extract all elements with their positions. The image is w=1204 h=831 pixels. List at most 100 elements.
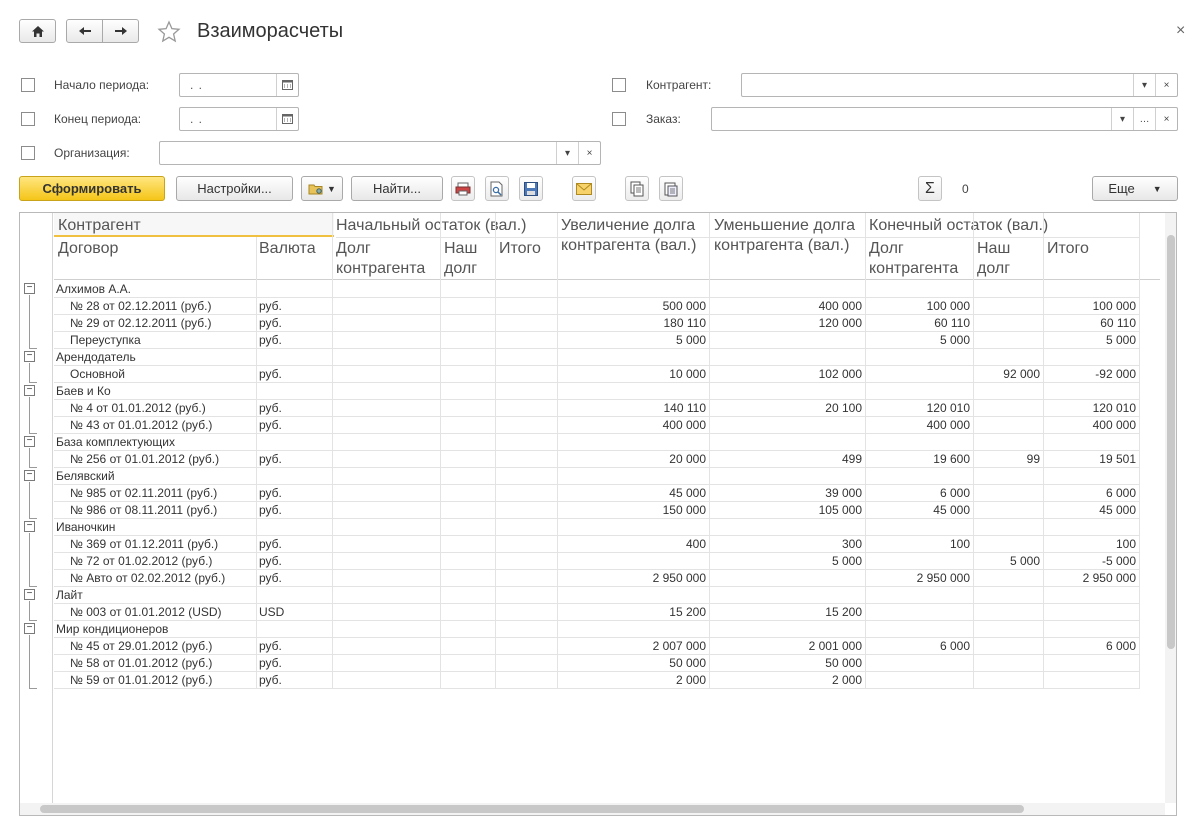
collapse-icon[interactable]: − [24,283,35,294]
group-row[interactable]: − Лайт [20,587,1140,604]
organization-checkbox[interactable] [21,146,35,160]
cell-dec: 39 000 [825,486,862,500]
table-row[interactable]: № 985 от 02.11.2011 (руб.) руб. 45 000 39 0… [20,485,1140,502]
horizontal-scroll-thumb[interactable] [40,805,1024,813]
cell-dec: 2 001 000 [808,639,862,653]
counterparty-field[interactable]: ▾ × [741,73,1178,97]
collapse-icon[interactable]: − [24,436,35,447]
collapse-icon[interactable]: − [24,521,35,532]
header-opening: Начальный остаток (вал.) [336,217,527,234]
find-button[interactable]: Найти... [351,176,443,201]
send-email-button[interactable] [572,176,596,201]
preview-button[interactable] [485,176,509,201]
back-button[interactable] [66,19,103,43]
forward-button[interactable] [102,19,139,43]
table-row[interactable]: Переуступка руб. 5 000 5 000 5 000 [20,332,1140,349]
collapse-icon[interactable]: − [24,623,35,634]
cell-dec: 2 000 [831,673,862,687]
period-end-label: Конец периода: [54,112,142,126]
period-start-field[interactable]: . . [179,73,299,97]
cell-cdebt: 2 950 000 [916,571,970,585]
cell-ctotal: 400 000 [1092,418,1136,432]
vertical-scrollbar[interactable] [1165,213,1176,803]
chevron-down-icon[interactable]: ▾ [556,142,578,164]
organization-field[interactable]: ▾ × [159,141,601,165]
copy-icon [630,181,644,196]
cell-inc: 15 200 [669,605,706,619]
table-row[interactable]: № Авто от 02.02.2012 (руб.) руб. 2 950 000… [20,570,1140,587]
arrow-left-icon [78,27,91,35]
group-row[interactable]: − Мир кондиционеров [20,621,1140,638]
table-row[interactable]: № 369 от 01.12.2011 (руб.) руб. 400 300 100 1… [20,536,1140,553]
chevron-down-icon[interactable]: ▾ [1111,108,1133,130]
report-spreadsheet[interactable]: Контрагент Начальный остаток (вал.) Увел… [19,212,1177,816]
favorite-star-icon[interactable] [157,20,181,47]
group-row[interactable]: − Алхимов А.А. [20,281,1140,298]
generate-button[interactable]: Сформировать [19,176,165,201]
table-row[interactable]: № 45 от 29.01.2012 (руб.) руб. 2 007 000 2 … [20,638,1140,655]
clear-icon[interactable]: × [1155,74,1177,96]
more-button[interactable]: Еще ▼ [1092,176,1178,201]
table-row[interactable]: № 28 от 02.12.2011 (руб.) руб. 500 000 400 … [20,298,1140,315]
header-increase: Увеличение долга контрагента (вал.) [561,217,697,254]
table-row[interactable]: № 986 от 08.11.2011 (руб.) руб. 150 000 105… [20,502,1140,519]
table-row[interactable]: № 58 от 01.01.2012 (руб.) руб. 50 000 50 00… [20,655,1140,672]
collapse-icon[interactable]: − [24,351,35,362]
horizontal-scrollbar[interactable] [20,803,1165,815]
group-row[interactable]: − Иваночкин [20,519,1140,536]
period-start-checkbox[interactable] [21,78,35,92]
collapse-icon[interactable]: − [24,470,35,481]
tree-bracket [29,295,37,349]
calendar-icon[interactable] [276,74,298,96]
table-row[interactable]: Основной руб. 10 000 102 000 92 000 -92 000 [20,366,1140,383]
clear-icon[interactable]: × [578,142,600,164]
table-row[interactable]: № 4 от 01.01.2012 (руб.) руб. 140 110 20 10… [20,400,1140,417]
cell-contract: № 256 от 01.01.2012 (руб.) [70,452,220,466]
sum-button[interactable]: Σ [918,176,942,201]
paste-button[interactable] [659,176,683,201]
header-decrease: Уменьшение долга контрагента (вал.) [714,217,855,254]
variants-button[interactable]: ▼ [301,176,343,201]
cell-contract: Переуступка [70,333,141,347]
home-button[interactable] [19,19,56,43]
save-button[interactable] [519,176,543,201]
header-opening-our-debt: Наш долг [444,240,478,277]
chevron-down-icon: ▼ [327,183,336,194]
cell-ctotal: 100 [1115,537,1136,551]
group-row[interactable]: − Арендодатель [20,349,1140,366]
period-start-label: Начало периода: [54,78,150,92]
table-row[interactable]: № 256 от 01.01.2012 (руб.) руб. 20 000 499 1… [20,451,1140,468]
period-end-field[interactable]: . . [179,107,299,131]
cell-dec: 20 100 [825,401,862,415]
table-row[interactable]: № 003 от 01.01.2012 (USD) USD 15 200 15 200 [20,604,1140,621]
collapse-icon[interactable]: − [24,385,35,396]
chevron-down-icon[interactable]: ▾ [1133,74,1155,96]
header-closing-our-debt: Наш долг [977,240,1011,277]
table-row[interactable]: № 72 от 01.02.2012 (руб.) руб. 5 000 5 000 -… [20,553,1140,570]
counterparty-checkbox[interactable] [612,78,626,92]
more-label: Еще [1108,181,1135,196]
settings-button[interactable]: Настройки... [176,176,293,201]
order-checkbox[interactable] [612,112,626,126]
clear-icon[interactable]: × [1155,108,1177,130]
cell-cour: 5 000 [1009,554,1040,568]
cell-cour: 92 000 [1003,367,1040,381]
group-row[interactable]: − База комплектующих [20,434,1140,451]
print-button[interactable] [451,176,475,201]
cell-currency: руб. [259,554,282,568]
table-row[interactable]: № 29 от 02.12.2011 (руб.) руб. 180 110 120 … [20,315,1140,332]
calendar-icon[interactable] [276,108,298,130]
collapse-icon[interactable]: − [24,589,35,600]
vertical-scroll-thumb[interactable] [1167,235,1175,649]
group-row[interactable]: − Баев и Ко [20,383,1140,400]
table-row[interactable]: № 59 от 01.01.2012 (руб.) руб. 2 000 2 000 [20,672,1140,689]
order-field[interactable]: ▾ … × [711,107,1178,131]
copy-button[interactable] [625,176,649,201]
group-row[interactable]: − Белявский [20,468,1140,485]
table-row[interactable]: № 43 от 01.01.2012 (руб.) руб. 400 000 400 … [20,417,1140,434]
period-end-checkbox[interactable] [21,112,35,126]
select-ellipsis-icon[interactable]: … [1133,108,1155,130]
close-icon[interactable]: × [1176,22,1185,40]
cell-dec: 50 000 [825,656,862,670]
period-end-value: . . [190,112,204,126]
